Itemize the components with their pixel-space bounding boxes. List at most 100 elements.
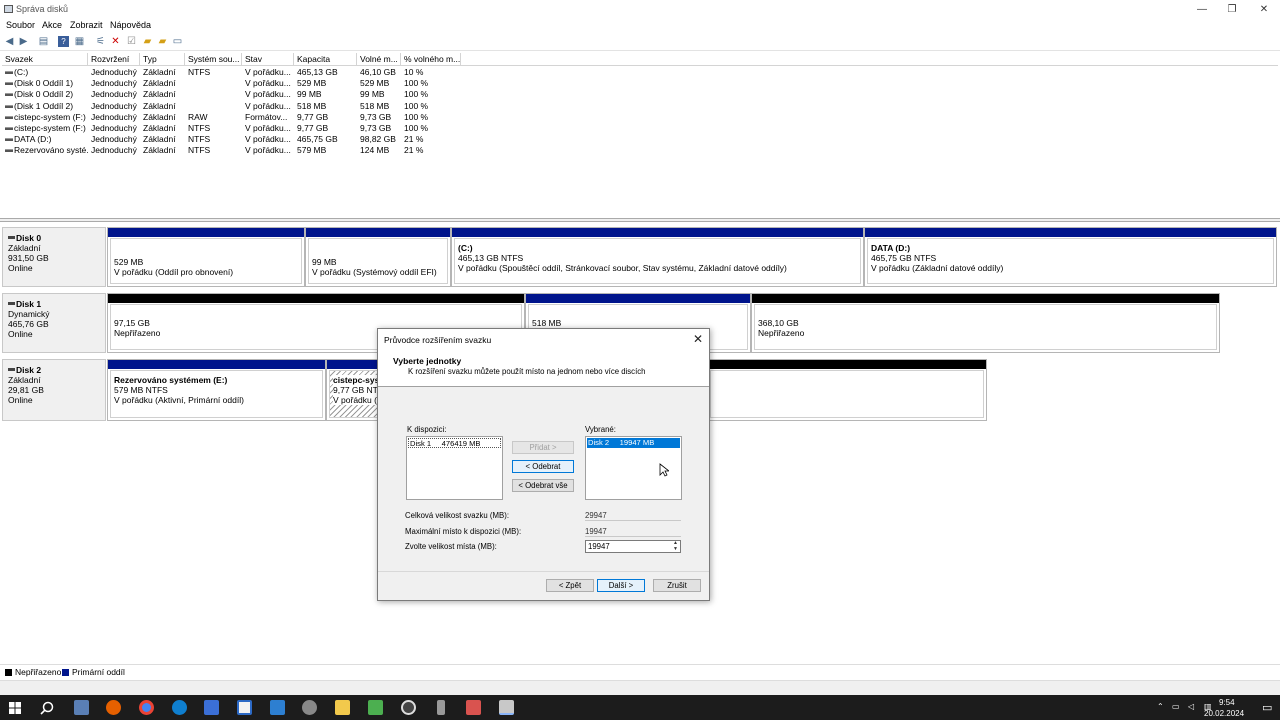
menu-soubor[interactable]: Soubor: [6, 20, 35, 30]
next-button[interactable]: Další >: [597, 579, 645, 592]
col-header-stav[interactable]: Stav: [242, 53, 294, 66]
connect-icon[interactable]: ⚟: [95, 36, 106, 47]
menu-napoveda[interactable]: Nápověda: [110, 20, 151, 30]
volume-cell: V pořádku...: [245, 145, 291, 156]
calendar-icon[interactable]: [237, 700, 252, 715]
dialog-subtitle: K rozšíření svazku můžete použít místo n…: [408, 367, 646, 376]
partition-disk0-c[interactable]: (C:) 465,13 GB NTFS V pořádku (Spouštěcí…: [451, 227, 864, 287]
partition-bar: [865, 228, 1276, 237]
partition-disk2-reserved-e[interactable]: Rezervováno systémem (E:) 579 MB NTFS V …: [107, 359, 326, 421]
disk-1-label[interactable]: Disk 1 Dynamický 465,76 GB Online: [2, 293, 106, 353]
choose-size-spinbox[interactable]: 19947 ▲ ▼: [585, 540, 681, 553]
start-windows-icon[interactable]: [9, 702, 21, 714]
selected-disk-item[interactable]: Disk 2 19947 MB: [587, 438, 680, 448]
partition-disk1-unallocated-2[interactable]: 368,10 GB Nepřiřazeno: [751, 293, 1220, 353]
volume-cell: Jednoduchý: [91, 145, 137, 156]
back-button[interactable]: < Zpět: [546, 579, 594, 592]
legend-unallocated-label: Nepřiřazeno: [15, 667, 62, 677]
folder-icon[interactable]: ▰: [157, 36, 168, 47]
forward-icon[interactable]: ▶: [18, 36, 29, 47]
volume-cell: 98,82 GB: [360, 134, 396, 145]
volume-row[interactable]: (Disk 1 Oddíl 2) Jednoduchý Základní V pořá…: [2, 101, 462, 112]
clock-date[interactable]: 20.02.2024: [1204, 709, 1244, 718]
remove-button[interactable]: < Odebrat: [512, 460, 574, 473]
volume-cell: Jednoduchý: [91, 134, 137, 145]
usb-drive-icon[interactable]: [437, 700, 445, 715]
cancel-button[interactable]: Zrušit: [653, 579, 701, 592]
partition-disk0-d[interactable]: DATA (D:) 465,75 GB NTFS V pořádku (Zákl…: [864, 227, 1277, 287]
volume-row[interactable]: (Disk 0 Oddíl 1) Jednoduchý Základní V pořá…: [2, 78, 462, 89]
volume-row[interactable]: cistepc-system (F:) Jednoduchý Základní RAW…: [2, 112, 462, 123]
close-window-button[interactable]: ✕: [1248, 0, 1280, 19]
disk-2-type: Základní: [8, 375, 41, 385]
search-icon[interactable]: [40, 701, 54, 715]
menu-zobrazit[interactable]: Zobrazit: [70, 20, 103, 30]
green-app-icon[interactable]: [368, 700, 383, 715]
folder-up-icon[interactable]: ▰: [142, 36, 153, 47]
calculator-icon[interactable]: [270, 700, 285, 715]
volume-cell: 9,73 GB: [360, 111, 392, 122]
col-header-procento[interactable]: % volného m...: [401, 53, 461, 66]
legend-primary-label: Primární oddíl: [72, 667, 125, 677]
red-app-icon[interactable]: [466, 700, 481, 715]
restore-button[interactable]: ❐: [1216, 0, 1248, 19]
properties-icon[interactable]: ▦: [74, 36, 85, 47]
clock-time[interactable]: 9:54: [1219, 698, 1235, 707]
settings-gear-icon[interactable]: [302, 700, 317, 715]
disk-0-label[interactable]: Disk 0 Základní 931,50 GB Online: [2, 227, 106, 287]
help-icon[interactable]: ?: [58, 36, 69, 47]
minimize-button[interactable]: —: [1186, 0, 1218, 19]
firefox-icon[interactable]: [106, 700, 121, 715]
volume-cell: V pořádku...: [245, 78, 291, 89]
view-icon[interactable]: ▤: [38, 36, 49, 47]
check-icon[interactable]: ☑: [126, 36, 137, 47]
taskbar-app-icon[interactable]: [74, 700, 89, 715]
list-icon[interactable]: ▭: [172, 36, 183, 47]
col-header-svazek[interactable]: Svazek: [2, 53, 88, 66]
network-icon[interactable]: ▭: [1172, 702, 1180, 711]
col-header-typ[interactable]: Typ: [140, 53, 185, 66]
col-header-kapacita[interactable]: Kapacita: [294, 53, 357, 66]
notifications-icon[interactable]: ▭: [1262, 701, 1272, 714]
col-header-empty: [461, 53, 1278, 66]
edge-icon[interactable]: [172, 700, 187, 715]
dialog-footer: [378, 571, 709, 572]
choose-size-value[interactable]: 19947: [588, 542, 610, 551]
volume-cell: 518 MB: [360, 100, 390, 111]
add-button[interactable]: Přidat >: [512, 441, 574, 454]
volume-cell: Jednoduchý: [91, 123, 137, 133]
delete-icon[interactable]: ✕: [110, 36, 121, 47]
partition-disk0-efi[interactable]: 99 MB V pořádku (Systémový oddíl EFI): [305, 227, 451, 287]
spin-down-icon[interactable]: ▼: [671, 546, 680, 553]
shield-app-icon[interactable]: [401, 700, 416, 715]
volume-row[interactable]: Rezervováno systé... Jednoduchý Základní NT…: [2, 145, 462, 156]
disk-1-status: Online: [8, 329, 33, 339]
disk-management-taskbar-icon[interactable]: [499, 700, 514, 715]
volume-row[interactable]: (Disk 0 Oddíl 2) Jednoduchý Základní V pořá…: [2, 89, 462, 100]
partition-disk0-recovery[interactable]: 529 MB V pořádku (Oddíl pro obnovení): [107, 227, 305, 287]
back-icon[interactable]: ◀: [4, 36, 15, 47]
remove-all-button[interactable]: < Odebrat vše: [512, 479, 574, 492]
file-explorer-icon[interactable]: [335, 700, 350, 715]
menu-akce[interactable]: Akce: [42, 20, 62, 30]
disk-0-type: Základní: [8, 243, 41, 253]
col-header-system[interactable]: Systém sou...: [185, 53, 242, 66]
disk-2-label[interactable]: Disk 2 Základní 29,81 GB Online: [2, 359, 106, 421]
tray-chevron-icon[interactable]: ⌃: [1157, 702, 1164, 711]
available-disks-listbox[interactable]: Disk 1 476419 MB: [406, 436, 503, 500]
volume-row[interactable]: DATA (D:) Jednoduchý Základní NTFS V pořádku…: [2, 134, 462, 145]
partition-disk2-unallocated[interactable]: [707, 359, 987, 421]
col-header-volne[interactable]: Volné m...: [357, 53, 401, 66]
available-disk-item[interactable]: Disk 1 476419 MB: [408, 438, 501, 448]
volume-row[interactable]: (C:) Jednoduchý Základní NTFS V pořádku... 46…: [2, 67, 462, 78]
volume-row[interactable]: cistepc-system (F:) Jednoduchý Základní NTF…: [2, 123, 462, 134]
volume-icon[interactable]: ◁: [1188, 702, 1194, 711]
partition-bar: [108, 228, 304, 237]
col-header-rozvrzeni[interactable]: Rozvržení: [88, 53, 140, 66]
volume-cell: NTFS: [188, 67, 211, 77]
volume-cell: Jednoduchý: [91, 78, 137, 89]
dialog-close-icon[interactable]: ✕: [693, 332, 703, 346]
chrome-icon[interactable]: [139, 700, 154, 715]
volume-cell: NTFS: [188, 123, 211, 133]
word-icon[interactable]: [204, 700, 219, 715]
